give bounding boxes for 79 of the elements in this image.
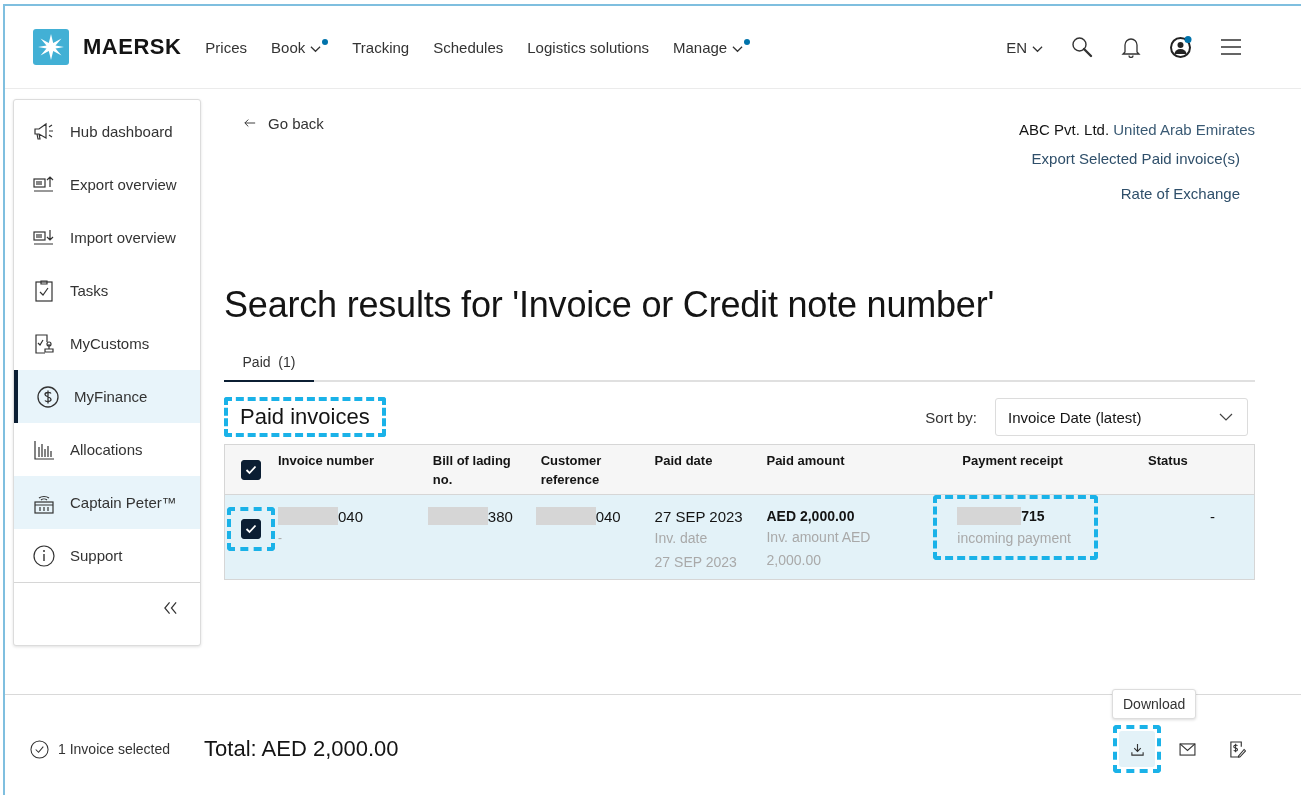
table-cell-note: - xyxy=(277,530,283,547)
section-heading: Paid invoices xyxy=(224,397,386,437)
nav-link[interactable]: Tracking xyxy=(352,38,410,56)
sidebar-item[interactable]: Export overview xyxy=(14,158,200,211)
arrow-left-icon[interactable] xyxy=(244,118,256,128)
checkmark-icon[interactable] xyxy=(245,465,258,475)
nav-link[interactable]: Manage xyxy=(673,38,751,56)
sidebar-item[interactable]: MyFinance xyxy=(14,370,200,423)
sidebar-item[interactable]: Allocations xyxy=(14,423,200,476)
nav-link[interactable]: Schedules xyxy=(433,38,504,56)
notification-dot xyxy=(744,39,751,45)
page-title: Search results for 'Invoice or Credit note number' xyxy=(224,284,996,327)
select-all-checkbox[interactable] xyxy=(241,460,262,480)
go-back-link[interactable]: Go back xyxy=(224,113,324,133)
table-cell: 040 xyxy=(595,507,621,525)
table-cell-text: - xyxy=(1209,506,1217,526)
table-cell-text: 27 SEP 2023 xyxy=(654,506,744,526)
receipt-link[interactable]: 715 xyxy=(1021,508,1045,524)
selection-count: 1 Invoice selected xyxy=(58,741,171,757)
envelope-icon[interactable] xyxy=(1178,742,1196,756)
nav-link[interactable]: Logistics solutions xyxy=(527,38,649,56)
sidebar-item[interactable]: Captain Peter™ xyxy=(14,476,200,529)
invoice-edit-icon[interactable] xyxy=(1228,740,1246,758)
table-cell-text: AED 2,000.00 xyxy=(766,507,856,526)
column-header: Paid amount xyxy=(766,452,846,470)
clipboard-icon xyxy=(32,278,56,303)
dollar-icon xyxy=(36,384,60,409)
notification-dot xyxy=(322,39,329,45)
table-cell: 380 xyxy=(487,507,513,525)
redaction-bar xyxy=(535,507,596,525)
sort-dropdown[interactable]: Invoice Date (latest) xyxy=(995,398,1248,436)
chevron-down-icon[interactable] xyxy=(1032,45,1043,53)
nav-link[interactable]: Prices xyxy=(205,38,248,56)
table-row[interactable]: 040 - 380 040 27 SEP 2023 Inv. date 27 SEP 2023 AED 2,000.00 Inv. amount AED 2,000.00 715 incoming payment - xyxy=(225,495,1254,579)
sidebar-item[interactable]: Support xyxy=(14,529,200,582)
brand-name[interactable]: MAERSK xyxy=(83,34,182,60)
column-header: Invoice number xyxy=(277,452,376,470)
info-icon xyxy=(32,543,56,568)
redaction-bar xyxy=(957,507,1022,525)
row-checkbox[interactable] xyxy=(241,519,262,539)
download-button[interactable] xyxy=(1119,731,1155,767)
nav-link[interactable]: Book xyxy=(271,38,329,56)
chevron-down-icon[interactable] xyxy=(732,45,744,53)
collapse-icon[interactable] xyxy=(163,601,178,615)
table-cell: 040 xyxy=(337,507,363,525)
tab[interactable]: Paid (1) xyxy=(224,346,314,382)
column-header: Status xyxy=(1148,452,1189,470)
language-selector[interactable]: EN xyxy=(1006,38,1043,56)
action-link[interactable]: Export Selected Paid invoice(s) xyxy=(1031,150,1240,167)
bell-icon[interactable] xyxy=(1121,36,1141,58)
table-cell-note: Inv. date xyxy=(654,529,709,548)
sidebar-item[interactable]: Import overview xyxy=(14,211,200,264)
tooltip: Download xyxy=(1112,689,1197,719)
table-cell-note: 27 SEP 2023 xyxy=(654,553,738,572)
profile-icon[interactable] xyxy=(1169,35,1193,59)
sort-label: Sort by: xyxy=(925,408,977,426)
stamp-icon xyxy=(32,331,56,356)
column-header: Payment receipt xyxy=(962,452,1064,470)
total-amount: Total: AED 2,000.00 xyxy=(204,736,399,762)
account-name: ABC Pvt. Ltd. United Arab Emirates xyxy=(1019,121,1255,138)
sidebar-item[interactable]: Tasks xyxy=(14,264,200,317)
logo-icon xyxy=(33,29,69,65)
column-header: Paid date xyxy=(654,452,714,470)
action-link[interactable]: Rate of Exchange xyxy=(1120,185,1240,202)
chevron-down-icon[interactable] xyxy=(1219,413,1233,421)
redaction-bar xyxy=(427,507,488,525)
table-cell-note: Inv. amount AED 2,000.00 xyxy=(766,528,872,570)
menu-icon[interactable] xyxy=(1221,39,1241,55)
sidebar-item[interactable]: Hub dashboard xyxy=(14,105,200,158)
chevron-down-icon[interactable] xyxy=(310,45,322,53)
search-icon[interactable] xyxy=(1071,36,1093,58)
redaction-bar xyxy=(277,507,338,525)
column-header: Customer reference xyxy=(540,452,603,489)
download-icon[interactable] xyxy=(1129,741,1145,757)
check-circle-icon xyxy=(30,739,49,759)
column-header: Bill of lading no. xyxy=(432,452,512,489)
checkmark-icon[interactable] xyxy=(245,524,258,534)
table-cell-note: incoming payment xyxy=(957,529,1072,548)
sidebar-item[interactable]: MyCustoms xyxy=(14,317,200,370)
